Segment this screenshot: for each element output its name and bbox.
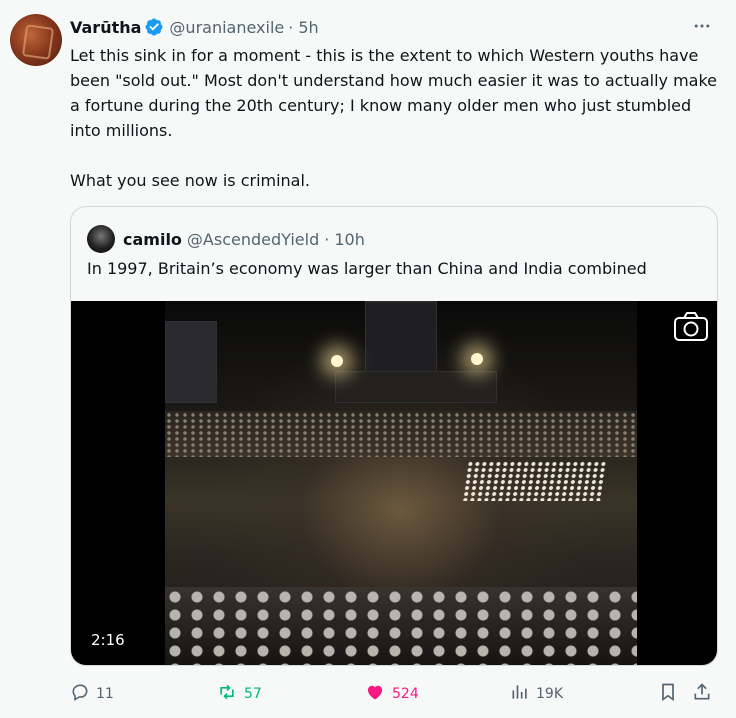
tweet-header: Varūtha @uranianexile · 5h — [70, 14, 716, 40]
like-button[interactable]: 524 — [364, 680, 419, 708]
separator-dot: · — [324, 229, 330, 249]
bookmark-icon — [658, 682, 684, 706]
repost-count: 57 — [244, 686, 262, 702]
floodlight-left — [331, 355, 343, 367]
repost-button[interactable]: 57 — [216, 680, 262, 708]
author-avatar[interactable] — [10, 14, 62, 66]
more-horizontal-icon[interactable] — [688, 16, 716, 38]
author-name[interactable]: Varūtha — [70, 18, 141, 37]
verified-badge-icon — [144, 17, 164, 37]
quoted-tweet-header: camilo @AscendedYield · 10h — [87, 225, 365, 253]
quoted-tweet-text: In 1997, Britain’s economy was larger th… — [87, 259, 647, 278]
tweet-actions: 11 57 524 19K — [70, 680, 720, 708]
quoted-tweet[interactable]: camilo @AscendedYield · 10h In 1997, Bri… — [70, 206, 718, 666]
share-icon — [692, 682, 718, 706]
tweet-text: Let this sink in for a moment - this is … — [70, 46, 718, 190]
quoted-author-avatar[interactable] — [87, 225, 115, 253]
views-button[interactable]: 19K — [510, 680, 563, 708]
tweet-time[interactable]: 5h — [298, 18, 318, 37]
reply-icon — [70, 682, 96, 706]
heart-icon — [364, 682, 392, 706]
video-frame — [165, 301, 637, 665]
quoted-author-name[interactable]: camilo — [123, 230, 182, 249]
camera-icon — [673, 311, 709, 343]
video-player[interactable]: 2:16 — [71, 301, 717, 665]
reply-count: 11 — [96, 686, 114, 702]
umbrella-crowd — [165, 587, 637, 665]
reply-button[interactable]: 11 — [70, 680, 114, 708]
quoted-tweet-time[interactable]: 10h — [334, 230, 365, 249]
repost-icon — [216, 682, 244, 706]
grandstand — [165, 411, 637, 457]
bookmark-button[interactable] — [658, 680, 684, 708]
bar-chart-icon — [510, 682, 536, 706]
views-count: 19K — [536, 686, 563, 702]
parade-formation — [462, 461, 608, 501]
author-handle[interactable]: @uranianexile — [169, 18, 284, 37]
left-building — [165, 321, 217, 403]
tweet[interactable]: Varūtha @uranianexile · 5h Let this sink… — [0, 0, 736, 718]
share-button[interactable] — [692, 680, 718, 708]
quoted-author-handle[interactable]: @AscendedYield — [187, 230, 319, 249]
floodlight-right — [471, 353, 483, 365]
rooftop-structure — [335, 371, 497, 403]
video-duration: 2:16 — [91, 631, 125, 649]
like-count: 524 — [392, 686, 419, 702]
separator-dot: · — [288, 17, 294, 37]
